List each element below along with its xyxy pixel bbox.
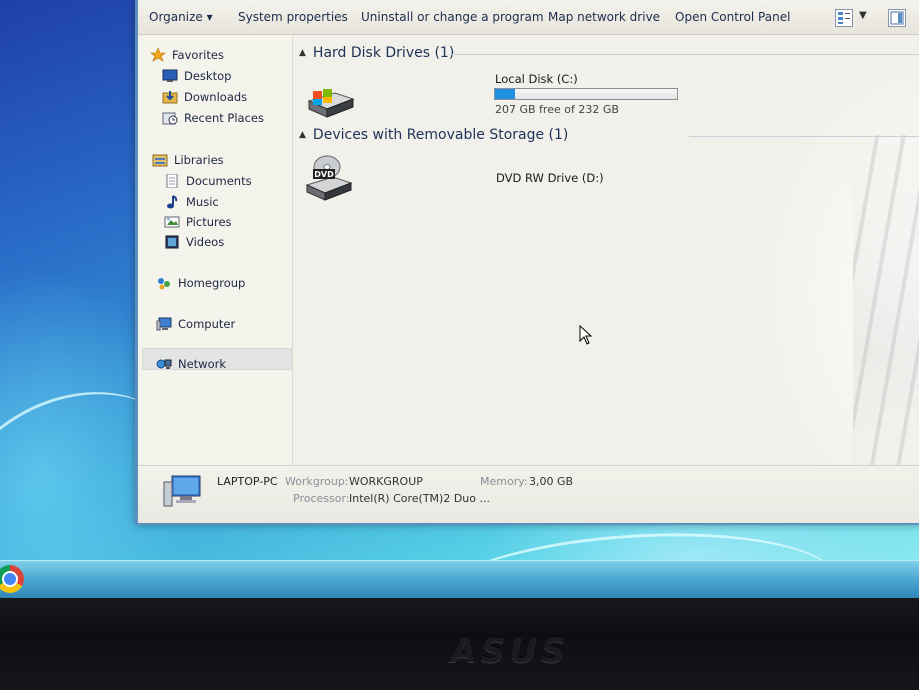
memory-label: Memory:	[480, 475, 528, 488]
dvd-drive-icon[interactable]: DVD	[305, 155, 353, 201]
nav-documents-label: Documents	[186, 174, 252, 188]
nav-downloads[interactable]: Downloads	[162, 87, 247, 107]
downloads-folder-icon	[162, 90, 178, 104]
command-bar: Organize ▾ System properties Uninstall o…	[138, 0, 919, 35]
nav-pictures[interactable]: Pictures	[164, 212, 232, 232]
screen-reflection	[853, 135, 919, 465]
map-network-drive-button[interactable]: Map network drive	[548, 10, 660, 24]
nav-videos[interactable]: Videos	[164, 232, 224, 252]
nav-pictures-label: Pictures	[186, 215, 232, 229]
nav-libraries[interactable]: Libraries	[152, 150, 224, 170]
details-pane: LAPTOP-PC Workgroup: WORKGROUP Memory: 3…	[138, 465, 919, 523]
nav-desktop[interactable]: Desktop	[162, 66, 231, 86]
open-control-panel-button[interactable]: Open Control Panel	[675, 10, 790, 24]
preview-pane-icon[interactable]	[888, 9, 906, 27]
group-header-removable-label: Devices with Removable Storage (1)	[312, 127, 569, 143]
computer-icon	[156, 317, 172, 331]
nav-network[interactable]: Network	[156, 354, 226, 374]
nav-computer[interactable]: Computer	[156, 314, 235, 334]
local-disk-name[interactable]: Local Disk (C:)	[495, 72, 578, 86]
music-note-icon	[164, 195, 180, 209]
nav-favorites[interactable]: Favorites	[150, 45, 224, 65]
dvd-badge-text: DVD	[314, 170, 334, 179]
libraries-icon	[152, 153, 168, 167]
videos-icon	[164, 235, 180, 249]
nav-computer-label: Computer	[178, 317, 236, 331]
navigation-pane: Favorites Desktop Downloads Recent Place…	[138, 35, 293, 465]
nav-homegroup[interactable]: Homegroup	[156, 273, 245, 293]
explorer-window: Organize ▾ System properties Uninstall o…	[135, 0, 919, 525]
nav-network-label: Network	[178, 357, 227, 371]
group-header-removable[interactable]: ▲ Devices with Removable Storage (1)	[299, 127, 568, 143]
taskbar	[0, 560, 919, 599]
pictures-icon	[164, 215, 180, 229]
nav-favorites-label: Favorites	[172, 48, 224, 62]
nav-music[interactable]: Music	[164, 192, 219, 212]
network-icon	[156, 357, 172, 371]
computer-large-icon	[163, 475, 201, 507]
nav-music-label: Music	[186, 195, 219, 209]
nav-desktop-label: Desktop	[184, 69, 232, 83]
recent-places-icon	[162, 111, 178, 125]
local-disk-free-space: 207 GB free of 232 GB	[495, 103, 619, 116]
pc-name: LAPTOP-PC	[217, 475, 278, 488]
documents-icon	[164, 173, 180, 189]
processor-value: Intel(R) Core(TM)2 Duo ...	[349, 492, 490, 505]
memory-value: 3,00 GB	[529, 475, 574, 488]
dvd-drive-name[interactable]: DVD RW Drive (D:)	[496, 171, 604, 185]
processor-label: Processor:	[293, 492, 350, 505]
local-disk-usage-bar	[494, 88, 678, 100]
desktop-icon	[162, 69, 178, 83]
group-header-hard-disk-label: Hard Disk Drives (1)	[312, 45, 455, 61]
workgroup-label: Workgroup:	[285, 475, 349, 488]
nav-documents[interactable]: Documents	[164, 171, 252, 191]
chrome-icon[interactable]	[0, 565, 24, 593]
nav-downloads-label: Downloads	[184, 90, 248, 104]
nav-videos-label: Videos	[186, 235, 225, 249]
homegroup-icon	[156, 276, 172, 290]
workgroup-value: WORKGROUP	[349, 475, 423, 488]
laptop-brand-logo: ASUS	[450, 631, 570, 671]
local-disk-usage-fill	[495, 89, 516, 99]
uninstall-program-button[interactable]: Uninstall or change a program	[361, 10, 544, 24]
system-properties-button[interactable]: System properties	[238, 10, 348, 24]
star-icon	[150, 47, 166, 62]
group-divider	[449, 54, 919, 55]
group-header-hard-disk[interactable]: ▲ Hard Disk Drives (1)	[299, 45, 454, 61]
collapse-triangle-icon: ▲	[299, 130, 306, 140]
nav-libraries-label: Libraries	[174, 153, 224, 167]
content-pane: ▲ Hard Disk Drives (1) Local Disk (C:) 2…	[293, 35, 919, 465]
collapse-triangle-icon: ▲	[299, 48, 306, 58]
nav-homegroup-label: Homegroup	[178, 276, 246, 290]
mouse-cursor-icon	[579, 325, 593, 345]
view-dropdown-icon[interactable]: ▼	[859, 10, 867, 21]
group-divider	[689, 136, 919, 137]
nav-recent-places-label: Recent Places	[184, 111, 264, 125]
nav-recent-places[interactable]: Recent Places	[162, 108, 264, 128]
organize-button[interactable]: Organize ▾	[149, 10, 213, 24]
change-view-icon[interactable]	[835, 9, 853, 27]
local-disk-icon[interactable]	[307, 85, 355, 119]
